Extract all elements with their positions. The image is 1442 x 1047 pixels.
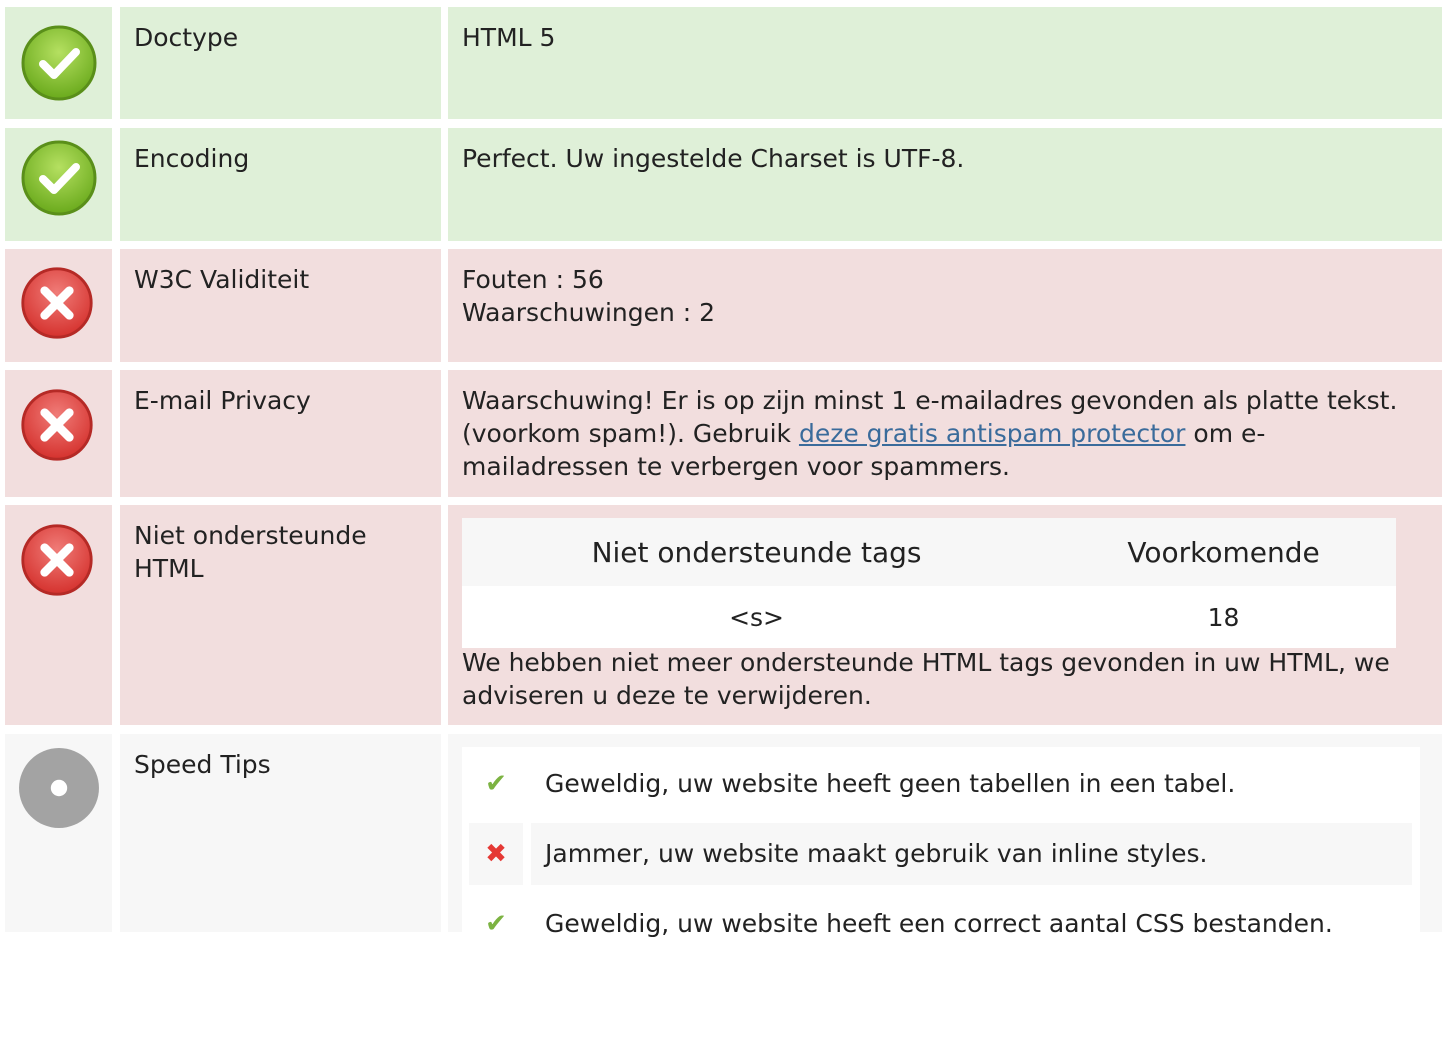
value-cell: ✔ Geweldig, uw website heeft geen tabell… <box>448 734 1442 1047</box>
label-cell: Niet ondersteunde HTML <box>120 505 441 725</box>
result-row-speed-tips: Speed Tips ✔ Geweldig, uw website heeft … <box>0 734 1442 1047</box>
gray-dot-circle-icon <box>19 748 99 828</box>
label-cell: Encoding <box>120 128 441 241</box>
checkmark-icon: ✔ <box>485 769 507 799</box>
row-label: E-mail Privacy <box>134 386 311 415</box>
unsupported-tags-note: We hebben niet meer ondersteunde HTML ta… <box>462 648 1390 710</box>
column-header-tags: Niet ondersteunde tags <box>462 518 1052 586</box>
list-item: ✖ Jammer, uw website maakt gebruik van i… <box>469 823 1412 885</box>
row-label: Niet ondersteunde HTML <box>134 521 367 583</box>
status-cell <box>5 734 112 932</box>
row-value: Fouten : 56 Waarschuwingen : 2 <box>462 263 1422 329</box>
x-circle-icon <box>21 389 93 461</box>
label-cell: E-mail Privacy <box>120 370 441 497</box>
result-row-email-privacy: E-mail Privacy Waarschuwing! Er is op zi… <box>0 370 1442 497</box>
result-row-unsupported-html: Niet ondersteunde HTML Niet ondersteunde… <box>0 505 1442 725</box>
x-circle-icon <box>21 524 93 596</box>
row-value: Waarschuwing! Er is op zijn minst 1 e-ma… <box>462 384 1422 483</box>
count-cell: 18 <box>1051 586 1396 648</box>
row-label: W3C Validiteit <box>134 265 310 294</box>
list-item: ✔ Geweldig, uw website heeft geen tabell… <box>469 753 1412 815</box>
label-cell: Doctype <box>120 7 441 119</box>
tip-text: Jammer, uw website maakt gebruik van inl… <box>531 823 1412 885</box>
row-value: Perfect. Uw ingestelde Charset is UTF-8. <box>462 144 965 173</box>
value-cell: Niet ondersteunde tags Voorkomende <s> 1… <box>448 505 1442 725</box>
status-cell <box>5 128 112 241</box>
antispam-protector-link[interactable]: deze gratis antispam protector <box>799 419 1186 448</box>
row-label: Doctype <box>134 23 239 52</box>
value-cell: Perfect. Uw ingestelde Charset is UTF-8. <box>448 128 1442 241</box>
status-cell <box>5 505 112 725</box>
column-header-occurrences: Voorkomende <box>1051 518 1396 586</box>
row-value: HTML 5 <box>462 23 556 52</box>
status-cell <box>5 370 112 497</box>
label-cell: W3C Validiteit <box>120 249 441 362</box>
result-row-encoding: Encoding Perfect. Uw ingestelde Charset … <box>0 128 1442 241</box>
check-circle-icon <box>21 25 97 101</box>
tip-text: Geweldig, uw website heeft geen tabellen… <box>545 769 1236 798</box>
status-cell <box>5 7 112 119</box>
x-mark-icon: ✖ <box>469 823 523 885</box>
value-cell: HTML 5 <box>448 7 1442 119</box>
table-row: <s> 18 <box>462 586 1396 648</box>
x-circle-icon <box>21 267 93 339</box>
list-item: ✔ Geweldig, uw website heeft een correct… <box>469 893 1412 955</box>
unsupported-tags-table: Niet ondersteunde tags Voorkomende <s> 1… <box>462 518 1396 648</box>
label-cell: Speed Tips <box>120 734 441 932</box>
warnings-count: Waarschuwingen : 2 <box>462 298 716 327</box>
row-label: Encoding <box>134 144 250 173</box>
value-cell: Fouten : 56 Waarschuwingen : 2 <box>448 249 1442 362</box>
speed-tips-list: ✔ Geweldig, uw website heeft geen tabell… <box>462 747 1420 1047</box>
check-circle-icon <box>21 140 97 216</box>
checkmark-icon: ✔ <box>485 909 507 939</box>
errors-count: Fouten : 56 <box>462 265 604 294</box>
tag-cell: <s> <box>462 586 1052 648</box>
result-row-doctype: Doctype HTML 5 <box>0 7 1442 119</box>
result-row-w3c: W3C Validiteit Fouten : 56 Waarschuwinge… <box>0 249 1442 362</box>
table-header-row: Niet ondersteunde tags Voorkomende <box>462 518 1396 586</box>
value-cell: Waarschuwing! Er is op zijn minst 1 e-ma… <box>448 370 1442 497</box>
row-label: Speed Tips <box>134 750 271 779</box>
tip-text: Geweldig, uw website heeft een correct a… <box>545 909 1333 938</box>
status-cell <box>5 249 112 362</box>
